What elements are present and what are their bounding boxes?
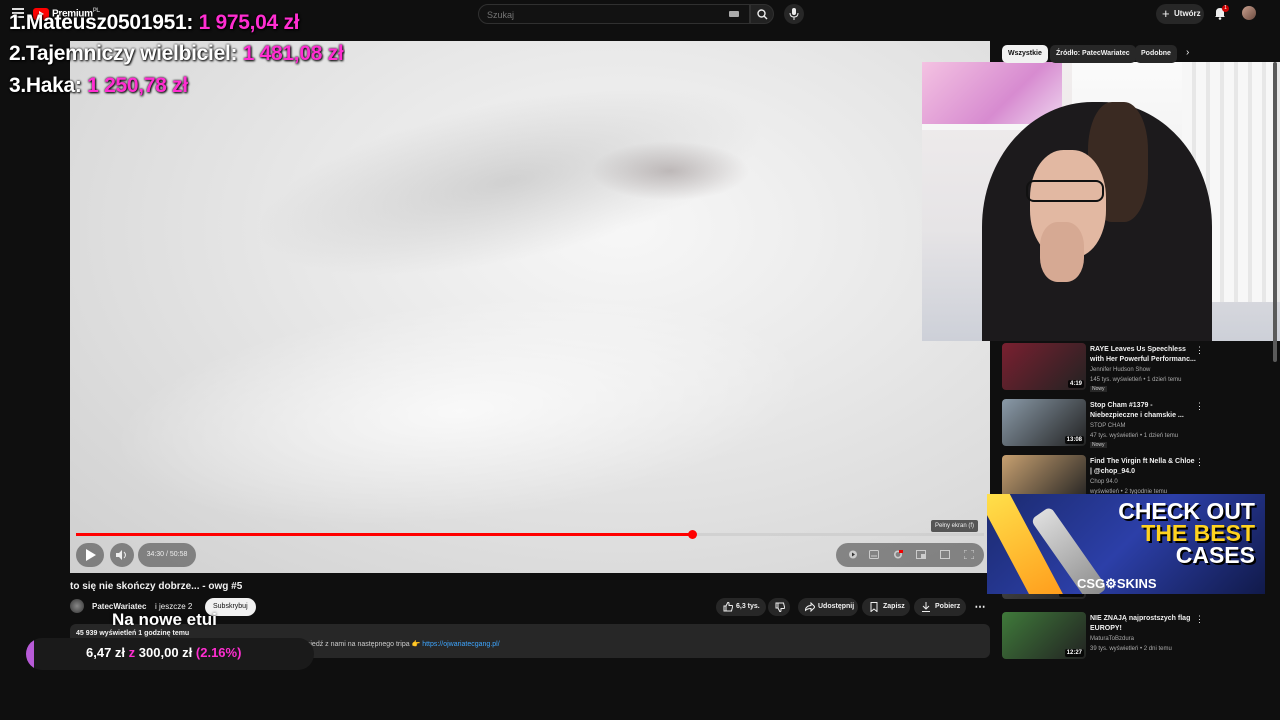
- chevron-right-icon[interactable]: ›: [1186, 47, 1189, 58]
- leaderboard-entry-1: 1.Mateusz0501951: 1 975,04 zł: [9, 11, 300, 34]
- webcam-overlay: [922, 62, 1280, 341]
- new-badge: Nowy: [1090, 386, 1107, 392]
- plus-icon: +: [1162, 6, 1170, 21]
- recommendation-item[interactable]: 12:27 NIE ZNAJĄ najprostszych flag EUROPY…: [1002, 612, 1274, 664]
- recommendation-meta: 39 tys. wyświetleń • 2 dni temu: [1090, 646, 1172, 652]
- voice-search-button[interactable]: [784, 4, 804, 24]
- create-button[interactable]: + Utwórz: [1156, 4, 1204, 24]
- progress-bar[interactable]: [76, 530, 984, 539]
- ad-headline-3: CASES: [1175, 542, 1255, 568]
- keyboard-icon[interactable]: [729, 11, 739, 17]
- account-avatar[interactable]: [1242, 6, 1256, 20]
- thumbs-down-icon: [775, 602, 785, 612]
- miniplayer-icon[interactable]: [916, 550, 926, 559]
- recommendation-title[interactable]: Find The Virgin ft Nella & Chloe | @chop…: [1090, 457, 1198, 477]
- search-icon: [757, 9, 768, 20]
- view-count: 45 939 wyświetleń 1 godzinę temu: [76, 630, 190, 637]
- video-duration: 13:08: [1064, 436, 1084, 444]
- progress-scrubber[interactable]: [687, 530, 697, 539]
- leaderboard-entry-2: 2.Tajemniczy wielbiciel: 1 481,08 zł: [9, 42, 344, 65]
- kebab-menu-icon[interactable]: ⋮: [1195, 401, 1204, 412]
- progress-fill: [76, 533, 692, 536]
- video-duration: 4:19: [1067, 380, 1084, 388]
- recommendation-item[interactable]: 13:08 Stop Cham #1379 - Niebezpieczne i c…: [1002, 399, 1274, 451]
- volume-icon: [116, 550, 126, 560]
- recommendation-thumbnail[interactable]: 13:08: [1002, 399, 1086, 446]
- search-input[interactable]: [479, 6, 715, 24]
- video-title: to się nie skończy dobrze... - owg #5: [70, 581, 243, 592]
- autoplay-toggle-icon[interactable]: [848, 550, 858, 559]
- share-icon: [805, 602, 815, 612]
- recommendation-channel[interactable]: MaturaToBzdura: [1090, 636, 1134, 642]
- new-badge: Nowy: [1090, 442, 1107, 448]
- video-player[interactable]: [70, 41, 990, 573]
- channel-avatar[interactable]: [70, 599, 84, 613]
- recommendation-thumbnail[interactable]: 4:19: [1002, 343, 1086, 390]
- recommendation-title[interactable]: RAYE Leaves Us Speechless with Her Power…: [1090, 345, 1198, 365]
- recommendation-title[interactable]: NIE ZNAJĄ najprostszych flag EUROPY!: [1090, 614, 1198, 634]
- scrollbar[interactable]: [1273, 62, 1277, 362]
- bookmark-icon: [870, 602, 878, 612]
- search-box[interactable]: [478, 4, 750, 24]
- share-button[interactable]: Udostępnij: [798, 598, 858, 616]
- description-link[interactable]: https://ojwariatecgang.pl/: [422, 641, 499, 648]
- subtitles-icon[interactable]: [869, 550, 879, 559]
- recommendation-item[interactable]: 4:19 RAYE Leaves Us Speechless with Her P…: [1002, 343, 1274, 395]
- recommendation-thumbnail[interactable]: 12:27: [1002, 612, 1086, 659]
- dislike-button[interactable]: [768, 598, 790, 616]
- chip-all[interactable]: Wszystkie: [1002, 45, 1048, 63]
- donation-goal-text: 6,47 zł z 300,00 zł (2.16%): [86, 645, 242, 660]
- csgo-skins-ad[interactable]: CHECK OUT THE BEST CASES CSG⚙SKINS: [987, 494, 1265, 594]
- search-button[interactable]: [750, 4, 774, 24]
- settings-gear-icon[interactable]: [893, 550, 903, 559]
- recommendation-title[interactable]: Stop Cham #1379 - Niebezpieczne i chamsk…: [1090, 401, 1198, 421]
- notification-badge: 1: [1222, 5, 1229, 12]
- save-button[interactable]: Zapisz: [862, 598, 910, 616]
- recommendation-meta: 145 tys. wyświetleń • 1 dzień temu: [1090, 377, 1182, 383]
- recommendation-channel[interactable]: Jennifer Hudson Show: [1090, 367, 1150, 373]
- play-button[interactable]: [76, 543, 104, 567]
- fullscreen-tooltip: Pełny ekran (f): [931, 520, 979, 532]
- microphone-icon: [789, 8, 799, 20]
- player-right-controls: [836, 543, 984, 567]
- donation-goal-title: Na nowe etui: [112, 610, 217, 629]
- recommendation-meta: 47 tys. wyświetleń • 1 dzień temu: [1090, 433, 1179, 439]
- time-display: 34:30 / 50:58: [138, 543, 196, 567]
- kebab-menu-icon[interactable]: ⋮: [1195, 614, 1204, 625]
- download-button[interactable]: Pobierz: [914, 598, 966, 616]
- recommendation-channel[interactable]: Chop 94.0: [1090, 479, 1118, 485]
- video-duration: 12:27: [1064, 649, 1084, 657]
- download-icon: [922, 602, 930, 612]
- kebab-menu-icon[interactable]: ⋮: [1195, 345, 1204, 356]
- more-actions-button[interactable]: ⋯: [970, 598, 990, 616]
- ad-logo: CSG⚙SKINS: [1077, 576, 1157, 591]
- chip-source[interactable]: Źródło: PatecWariatec: [1050, 45, 1136, 63]
- donation-goal-fill: [26, 638, 34, 670]
- thumbs-up-icon: [723, 602, 733, 612]
- volume-button[interactable]: [110, 543, 134, 567]
- chip-similar[interactable]: Podobne: [1135, 45, 1177, 63]
- leaderboard-entry-3: 3.Haka: 1 250,78 zł: [9, 74, 188, 97]
- kebab-menu-icon[interactable]: ⋮: [1195, 457, 1204, 468]
- cast-icon[interactable]: [940, 550, 950, 559]
- like-button[interactable]: 6,3 tys.: [716, 598, 766, 616]
- fullscreen-icon[interactable]: [964, 550, 974, 559]
- recommendation-channel[interactable]: STOP CHAM: [1090, 423, 1125, 429]
